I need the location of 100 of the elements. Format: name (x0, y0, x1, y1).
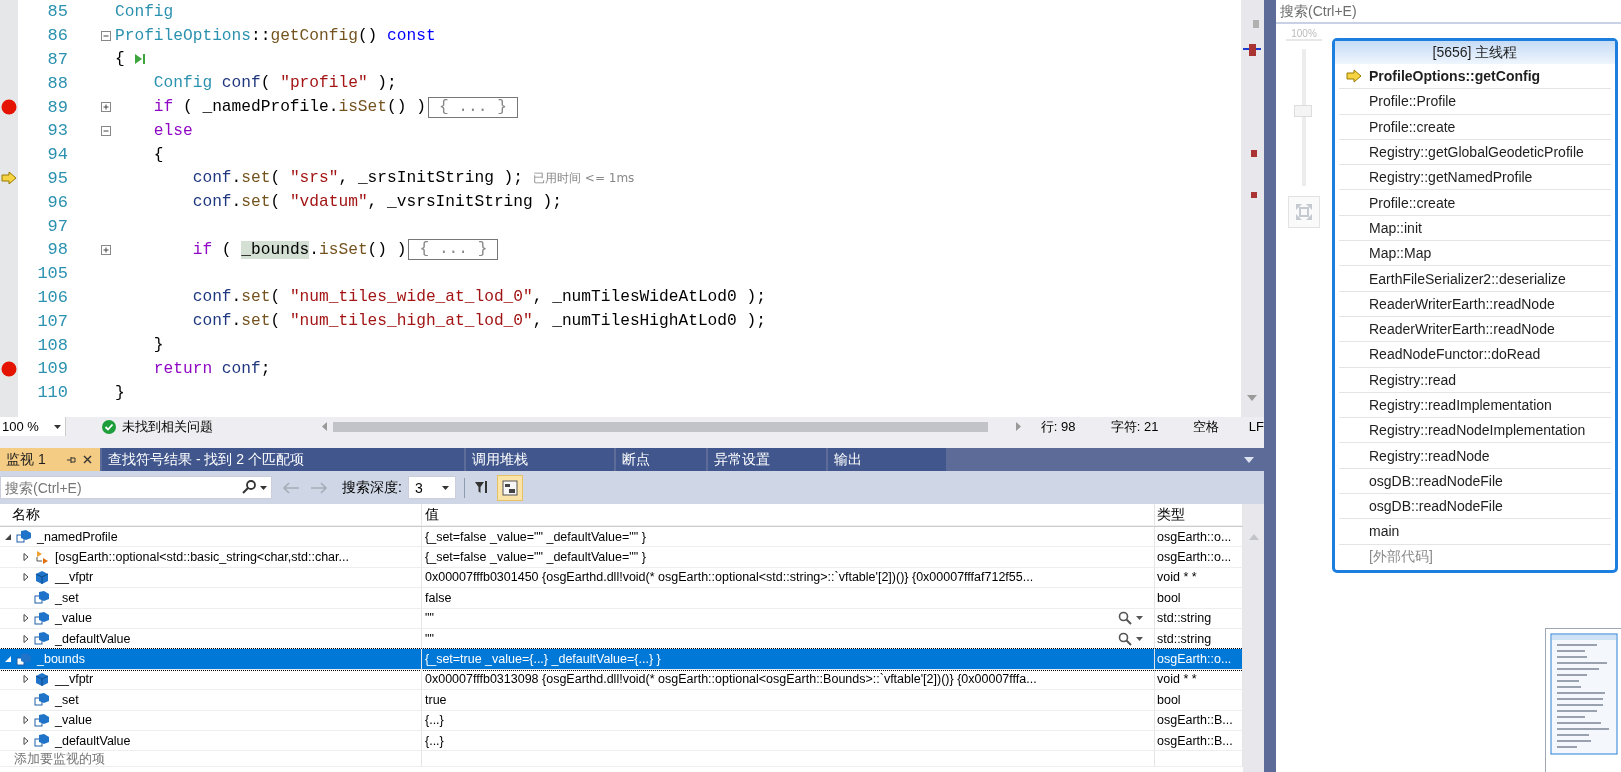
column-header[interactable]: 名称 (0, 504, 422, 526)
stack-frame[interactable]: Profile::Profile (1339, 89, 1611, 115)
watch-row[interactable]: _bounds {_set=true _value={...} _defaultValue={...} } osgEarth::o... (0, 649, 1243, 670)
watch-row[interactable]: _value {...} osgEarth::B... (0, 710, 1243, 731)
stack-frame[interactable]: Profile::create (1339, 114, 1611, 140)
collapse-icon[interactable] (101, 125, 111, 136)
line-number: 93 (46, 121, 68, 141)
collapsed-code-box[interactable]: { ... } (408, 239, 499, 261)
code-line: { (115, 50, 125, 69)
variable-type: osgEarth::B... (1157, 713, 1233, 728)
breakpoint-icon[interactable] (1, 99, 17, 116)
code-line: conf.set( "num_tiles_high_at_lod_0", _numTilesHighAtLod0 ); (191, 312, 766, 331)
watch-row[interactable]: _value "" std::string (0, 608, 1243, 629)
zoom-dropdown[interactable]: 100 % (0, 417, 66, 436)
scroll-left-icon[interactable] (322, 422, 327, 431)
minimap-drawing[interactable] (1545, 628, 1621, 772)
depth-dropdown[interactable]: 3 (407, 476, 456, 499)
stack-frame[interactable]: main (1339, 519, 1611, 545)
caret-icon (441, 485, 449, 490)
run-to-cursor-icon[interactable] (132, 52, 147, 67)
close-icon[interactable] (83, 455, 92, 464)
variable-name: [osgEarth::optional<std::basic_string<char,std::char... (55, 550, 349, 565)
variable-value: {...} (425, 733, 444, 748)
arrow-icon (1346, 69, 1362, 84)
stack-frame[interactable]: osgDB::readNodeFile (1339, 494, 1611, 520)
stack-frame[interactable]: [外部代码] (1339, 544, 1611, 570)
scroll-thumb[interactable] (333, 421, 988, 432)
variable-name: _value (55, 611, 92, 626)
stack-frame[interactable]: Registry::readNode (1339, 443, 1611, 469)
stack-frame[interactable]: Registry::readImplementation (1339, 392, 1611, 419)
collapsed-icon[interactable] (22, 634, 30, 643)
search-icon[interactable] (242, 480, 256, 494)
zoom-slider-thumb[interactable] (1294, 105, 1312, 118)
watch-row[interactable]: _set false bool (0, 588, 1243, 609)
variable-type: bool (1157, 692, 1181, 707)
collapsed-code-box[interactable]: { ... } (427, 96, 518, 118)
cube-icon (34, 671, 50, 687)
tool-tab[interactable]: 输出 (828, 448, 946, 471)
expand-icon[interactable] (101, 244, 111, 255)
dropdown-icon[interactable] (1244, 456, 1254, 463)
tool-tab[interactable]: 异常设置 (708, 448, 826, 471)
collapsed-icon[interactable] (22, 614, 30, 623)
pin-icon[interactable] (67, 454, 77, 465)
expand-icon[interactable] (101, 102, 111, 113)
collapsed-icon[interactable] (22, 736, 30, 745)
caret-icon[interactable] (1136, 616, 1143, 621)
column-indicator: 字符: 21 (1110, 417, 1160, 436)
stack-frame[interactable]: EarthFileSerializer2::deserialize (1339, 266, 1611, 292)
add-watch-item[interactable]: 添加要监视的项 (0, 751, 105, 768)
caret-icon[interactable] (260, 486, 267, 490)
expanded-icon[interactable] (4, 655, 12, 664)
collapsed-icon[interactable] (22, 716, 30, 725)
stack-frame[interactable]: Registry::getNamedProfile (1339, 165, 1611, 191)
stack-frame[interactable]: ReadNodeFunctor::doRead (1339, 342, 1611, 368)
caret-icon[interactable] (1136, 636, 1143, 641)
tool-tab[interactable]: 调用堆栈 (466, 448, 614, 471)
tool-tab[interactable]: 监视 1 (0, 448, 100, 471)
stack-frame[interactable]: Map::init (1339, 215, 1611, 242)
stack-frame[interactable]: osgDB::readNodeFile (1339, 468, 1611, 495)
line-number: 109 (36, 359, 68, 379)
tool-tab[interactable]: 断点 (616, 448, 706, 471)
search-field[interactable]: 搜索(Ctrl+E) (0, 476, 272, 499)
stack-frame[interactable]: Profile::create (1339, 190, 1611, 216)
stack-frame[interactable]: ReaderWriterEarth::readNode (1339, 316, 1611, 343)
collapsed-icon[interactable] (22, 553, 30, 562)
variable-value: "" (425, 631, 434, 646)
watch-row[interactable]: _namedProfile {_set=false _value="" _defaultValue="" } osgEarth::o... (0, 527, 1243, 548)
variable-value: false (425, 590, 452, 605)
watch-row[interactable]: _set true bool (0, 690, 1243, 711)
stack-frame[interactable]: Registry::read (1339, 367, 1611, 393)
stack-frame[interactable]: Registry::getGlobalGeodeticProfile (1339, 139, 1611, 166)
hex-display-button[interactable] (496, 474, 523, 501)
breakpoint-icon[interactable] (1, 360, 17, 377)
stack-frame[interactable]: Map::Map (1339, 241, 1611, 267)
scroll-right-icon[interactable] (1015, 422, 1021, 431)
expanded-icon[interactable] (4, 532, 12, 541)
collapse-icon[interactable] (101, 30, 111, 41)
stack-frame[interactable]: ProfileOptions::getConfig (1339, 64, 1611, 90)
field-icon (16, 651, 32, 667)
variable-type: void * * (1157, 570, 1197, 585)
watch-row[interactable]: __vfptr 0x00007fffb0301450 {osgEarthd.dll!void(* osgEarth::optional<std::string>::`vftable'[2])()} {0x00007fffaf712f55... void * * (0, 567, 1243, 589)
line-number: 106 (36, 287, 68, 307)
watch-row[interactable]: [osgEarth::optional<std::basic_string<char,std::char... {_set=false _value="" _defaultValue="" } osgEarth::o... (0, 547, 1243, 568)
scroll-down-icon[interactable] (1247, 395, 1257, 401)
watch-row[interactable]: _defaultValue {...} osgEarth::B... (0, 730, 1243, 752)
tool-tab[interactable]: 查找符号结果 - 找到 2 个匹配项 (102, 448, 464, 471)
variable-name: _defaultValue (55, 733, 131, 748)
magnifier-icon[interactable] (1118, 611, 1132, 626)
scrollbar[interactable] (1243, 504, 1264, 772)
collapsed-icon[interactable] (22, 573, 30, 582)
arrow-icon (1, 171, 17, 186)
stack-frame[interactable]: ReaderWriterEarth::readNode (1339, 291, 1611, 317)
zoom-label: 100% (1286, 28, 1322, 41)
scrollbar[interactable] (1241, 0, 1264, 417)
collapsed-icon[interactable] (22, 675, 30, 684)
column-header[interactable]: 值 (422, 504, 1155, 526)
stack-frame[interactable]: Registry::readNodeImplementation (1339, 418, 1611, 444)
watch-row[interactable]: __vfptr 0x00007fffb0313098 {osgEarthd.dll!void(* osgEarth::optional<osgEarth::Bounds>::`vftable'[2])()} {0x00007fffa... void * * (0, 669, 1243, 691)
variable-name: _value (55, 713, 92, 728)
magnifier-icon[interactable] (1118, 631, 1132, 646)
